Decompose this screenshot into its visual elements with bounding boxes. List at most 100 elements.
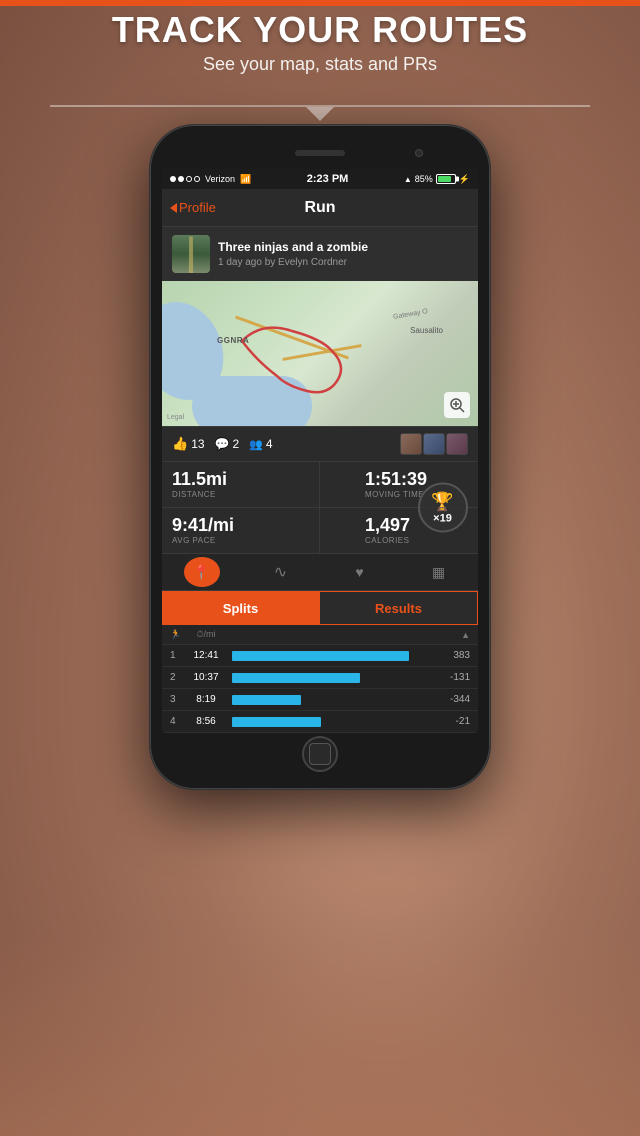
- activity-thumbnail: [172, 235, 210, 273]
- comment-icon: 💬: [215, 437, 230, 451]
- status-left: Verizon 📶: [170, 174, 251, 185]
- split-pace: 12:41: [186, 650, 226, 661]
- status-right: ▲ 85% ⚡: [404, 174, 470, 185]
- activity-meta: 1 day ago by Evelyn Cordner: [218, 257, 468, 268]
- avg-pace-value: 9:41/mi: [172, 516, 309, 534]
- heart-tab-button[interactable]: ♥: [342, 557, 378, 587]
- split-elev: -131: [435, 672, 470, 683]
- main-title: TRACK YOUR ROUTES: [0, 10, 640, 50]
- split-bar: [226, 695, 435, 705]
- map-zoom-button[interactable]: [444, 392, 470, 418]
- activity-header: Three ninjas and a zombie 1 day ago by E…: [162, 227, 478, 281]
- stats-tab-button[interactable]: ▦: [421, 557, 457, 587]
- results-tab[interactable]: Results: [319, 591, 478, 625]
- split-bar: [226, 717, 435, 727]
- road-image: [172, 235, 210, 273]
- signal-dot-4: [194, 176, 200, 182]
- distance-label: DISTANCE: [172, 490, 309, 499]
- social-stats-row: 👍 13 💬 2 👥 4: [162, 426, 478, 461]
- splits-tab[interactable]: Splits: [162, 591, 319, 625]
- back-button[interactable]: Profile: [170, 200, 216, 215]
- map-background: GGNRA Sausalito Gateway O Legal: [162, 281, 478, 426]
- chart-icon: ∿: [274, 562, 287, 582]
- split-col-elev: ▲: [435, 630, 470, 640]
- avatar-2: [423, 433, 445, 455]
- signal-dot-2: [178, 176, 184, 182]
- avatar-list: [400, 433, 468, 455]
- home-button[interactable]: [302, 736, 338, 772]
- map-pin-icon: 📍: [193, 564, 210, 581]
- home-button-inner: [309, 743, 331, 765]
- map-area[interactable]: GGNRA Sausalito Gateway O Legal: [162, 281, 478, 426]
- split-pace: 10:37: [186, 672, 226, 683]
- people-stat[interactable]: 👥 4: [249, 437, 272, 451]
- map-label-ggnra: GGNRA: [217, 336, 249, 345]
- split-elev: -344: [435, 694, 470, 705]
- split-pace: 8:56: [186, 716, 226, 727]
- phone-camera: [415, 149, 423, 157]
- split-elev: 383: [435, 650, 470, 661]
- phone-device: Verizon 📶 2:23 PM ▲ 85% ⚡: [150, 125, 490, 789]
- trophy-circle: 🏆 ×19: [418, 483, 468, 533]
- split-col-num: 🏃: [170, 629, 186, 640]
- metrics-grid: 11.5mi DISTANCE 1:51:39 MOVING TIME 9:41…: [162, 461, 478, 553]
- map-label-sausalito: Sausalito: [410, 326, 443, 335]
- avg-pace-label: AVG PACE: [172, 536, 309, 545]
- map-tab-button[interactable]: 📍: [184, 557, 220, 587]
- metric-distance: 11.5mi DISTANCE: [162, 462, 320, 508]
- comments-stat[interactable]: 💬 2: [215, 437, 240, 451]
- bar-fill: [232, 651, 409, 661]
- table-row: 2 10:37 -131: [162, 667, 478, 689]
- top-accent-bar: [0, 0, 640, 6]
- location-icon: ▲: [404, 175, 412, 184]
- calories-label: CALORIES: [365, 536, 468, 545]
- trophy-icon: 🏆: [431, 491, 453, 512]
- header-arrow: [306, 107, 334, 121]
- phone-bottom-bar: [162, 733, 478, 775]
- table-row: 1 12:41 383: [162, 645, 478, 667]
- likes-stat[interactable]: 👍 13: [172, 436, 205, 452]
- phone-screen: Verizon 📶 2:23 PM ▲ 85% ⚡: [162, 169, 478, 733]
- people-count: 4: [266, 437, 273, 451]
- battery-tip: [456, 177, 459, 182]
- battery-fill: [438, 176, 452, 182]
- nav-bar: Profile Run: [162, 189, 478, 227]
- back-chevron-icon: [170, 203, 177, 213]
- split-num: 1: [170, 650, 186, 661]
- nav-title: Run: [304, 199, 335, 217]
- results-tab-label: Results: [375, 601, 422, 616]
- split-elev: -21: [435, 716, 470, 727]
- split-num: 3: [170, 694, 186, 705]
- map-route-svg: [162, 281, 478, 426]
- split-pace: 8:19: [186, 694, 226, 705]
- activity-info: Three ninjas and a zombie 1 day ago by E…: [218, 240, 468, 267]
- chart-tab-button[interactable]: ∿: [263, 557, 299, 587]
- trophy-badge: 🏆 ×19: [415, 480, 470, 535]
- likes-count: 13: [191, 437, 204, 451]
- header-area: TRACK YOUR ROUTES See your map, stats an…: [0, 10, 640, 75]
- back-label: Profile: [179, 200, 216, 215]
- splits-results-tabs: Splits Results: [162, 591, 478, 625]
- splits-tab-label: Splits: [223, 601, 258, 616]
- phone-chassis: Verizon 📶 2:23 PM ▲ 85% ⚡: [150, 125, 490, 789]
- splits-table-header: 🏃 ⏱/mi ▲: [162, 625, 478, 645]
- split-num: 4: [170, 716, 186, 727]
- split-col-pace: ⏱/mi: [186, 629, 226, 640]
- battery-pct: 85%: [415, 174, 433, 184]
- charging-icon: ⚡: [459, 174, 470, 185]
- tab-icons-row: 📍 ∿ ♥ ▦: [162, 553, 478, 591]
- bar-fill: [232, 717, 321, 727]
- split-num: 2: [170, 672, 186, 683]
- phone-top-notch: [162, 139, 478, 167]
- phone-speaker: [295, 150, 345, 156]
- battery-icon: [436, 174, 456, 184]
- table-row: 3 8:19 -344: [162, 689, 478, 711]
- signal-dot-1: [170, 176, 176, 182]
- bar-chart-icon: ▦: [432, 564, 445, 581]
- people-icon: 👥: [249, 438, 263, 451]
- distance-value: 11.5mi: [172, 470, 309, 488]
- map-label-legal: Legal: [167, 414, 184, 421]
- signal-dots: [170, 176, 200, 182]
- bar-fill: [232, 695, 301, 705]
- avatar-3: [446, 433, 468, 455]
